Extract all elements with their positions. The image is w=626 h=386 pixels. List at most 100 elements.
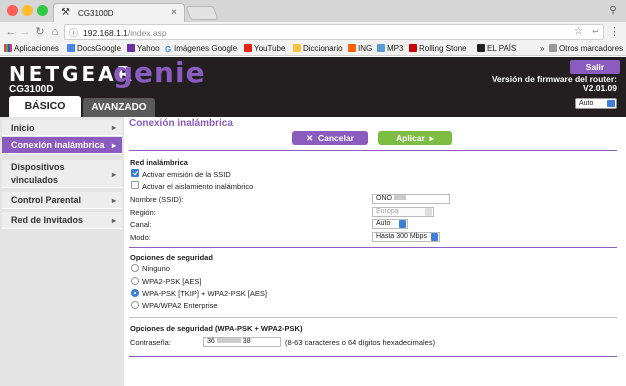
sidebar-item-wireless[interactable]: Conexión inalámbrica ▸ (2, 137, 122, 154)
sidebar-item-parental[interactable]: Control Parental ▸ (2, 192, 122, 209)
divider (129, 356, 617, 357)
security-radio-wpa2[interactable] (131, 277, 139, 285)
security-radio-none[interactable] (131, 264, 139, 272)
channel-select[interactable]: Auto (372, 219, 408, 229)
close-icon: ✕ (306, 133, 314, 143)
select-arrow-icon (431, 233, 438, 241)
url-input[interactable]: ⓘ 192.168.1.1/index.asp ☆ ↩ (64, 24, 604, 40)
mp3-icon (377, 44, 385, 52)
security-radio-enterprise[interactable] (131, 301, 139, 309)
genie-logo: genie (113, 56, 206, 89)
profile-icon[interactable]: ⚲ (606, 4, 620, 18)
bookmark-other[interactable]: Otros marcadores (549, 43, 623, 55)
reload-icon[interactable]: ↻ (33, 25, 47, 39)
security-heading: Opciones de seguridad (130, 253, 213, 262)
rolling-stone-icon (409, 44, 417, 52)
select-arrow-icon (399, 220, 406, 228)
window-close-button[interactable] (7, 5, 18, 16)
select-arrow-icon (607, 100, 615, 107)
chevron-right-icon: ▸ (111, 196, 116, 205)
ing-icon (348, 44, 356, 52)
bookmark-apps[interactable]: Aplicaciones (4, 43, 59, 55)
tab-basic[interactable]: BÁSICO (9, 96, 81, 117)
mode-label: Modo: (130, 233, 151, 242)
yahoo-icon (127, 44, 135, 52)
tab-advanced[interactable]: AVANZADO (83, 98, 155, 117)
redacted-mask (216, 338, 241, 343)
bookmark-diccionario[interactable]: Diccionario (293, 43, 343, 55)
firmware-version: V2.01.09 (582, 83, 617, 93)
chevron-right-icon: ▸ (111, 123, 116, 132)
ssid-input[interactable]: ONO (372, 194, 450, 204)
sidebar-item-inicio[interactable]: Inicio ▸ (2, 120, 122, 136)
select-arrow-icon (425, 208, 432, 216)
back-icon[interactable]: ← (4, 25, 18, 39)
apps-icon (4, 44, 12, 52)
bookmark-docsgoogle[interactable]: DocsGoogle (67, 43, 121, 55)
url-host: 192.168.1.1 (83, 28, 128, 38)
info-icon[interactable]: ⓘ (69, 26, 78, 39)
address-toolbar: ← → ↻ ⌂ ⓘ 192.168.1.1/index.asp ☆ ↩ ⋮ (0, 22, 626, 42)
bookmark-yahoo[interactable]: Yahoo (127, 43, 160, 55)
sidebar-item-label: Conexión inalámbrica (11, 140, 105, 150)
home-icon[interactable]: ⌂ (48, 25, 62, 39)
isolation-label: Activar el aislamiento inalámbrico (142, 182, 254, 191)
bookmark-rolling-stone[interactable]: Rolling Stone (409, 43, 467, 55)
security-radio-wpa-wpa2[interactable] (131, 289, 139, 297)
bookmark-ing[interactable]: ING (348, 43, 372, 55)
tab-close-icon[interactable]: × (171, 7, 177, 18)
wireless-heading: Red inalámbrica (130, 158, 188, 167)
divider (129, 317, 617, 318)
enable-ssid-label: Activar emisión de la SSID (142, 170, 231, 179)
el-pais-icon (477, 44, 485, 52)
bookmark-el-pais[interactable]: EL PAÍS (477, 43, 516, 55)
enable-ssid-checkbox[interactable] (131, 169, 139, 177)
security-option-label: WPA/WPA2 Enterprise (142, 301, 218, 310)
sidebar-item-guest[interactable]: Red de Invitados ▸ (2, 212, 122, 229)
window-minimize-button[interactable] (22, 5, 33, 16)
security-option-label: WPA-PSK [TKIP] + WPA2-PSK [AES] (142, 289, 267, 298)
divider (129, 150, 617, 151)
main-content: Conexión inalámbrica ✕ Cancelar Aplicar … (124, 117, 626, 386)
window-zoom-button[interactable] (37, 5, 48, 16)
chevron-right-icon: ▸ (111, 216, 116, 225)
dictionary-icon (293, 44, 301, 52)
apply-button[interactable]: Aplicar ▸ (378, 131, 452, 145)
chevron-right-icon: ▸ (111, 141, 116, 150)
docs-icon (67, 44, 75, 52)
folder-icon (549, 44, 557, 52)
password-input[interactable]: 36 38 (203, 337, 281, 347)
bookmark-mp3[interactable]: MP3 (377, 43, 403, 55)
url-path: /index.asp (127, 28, 167, 38)
forward-icon[interactable]: → (18, 25, 32, 39)
logout-button[interactable]: Salir (570, 60, 620, 74)
new-tab-button[interactable] (185, 6, 219, 20)
router-model: CG3100D (9, 84, 54, 95)
password-label: Contraseña: (130, 338, 171, 347)
region-label: Región: (130, 208, 156, 217)
mode-select[interactable]: Hasta 300 Mbps (372, 232, 440, 242)
channel-label: Canal: (130, 220, 152, 229)
bookmarks-bar: Aplicaciones DocsGoogle Yahoo G Imágenes … (0, 42, 626, 56)
page-title: Conexión inalámbrica (129, 118, 233, 129)
language-select[interactable]: Auto (575, 98, 617, 109)
bookmarks-overflow[interactable]: » (540, 43, 544, 55)
ssid-label: Nombre (SSID): (130, 195, 184, 204)
bookmark-google-images[interactable]: G Imágenes Google (165, 43, 237, 55)
security-option-label: Ninguno (142, 264, 170, 273)
bookmark-youtube[interactable]: YouTube (244, 43, 285, 55)
sidebar-item-label: Dispositivos vinculados (11, 162, 65, 185)
cancel-button[interactable]: ✕ Cancelar (292, 131, 368, 145)
isolation-checkbox[interactable] (131, 181, 139, 189)
youtube-icon (244, 44, 252, 52)
sidebar-item-label: Red de Invitados (11, 215, 84, 225)
bookmark-star-icon[interactable]: ☆ (574, 26, 583, 37)
browser-tab[interactable]: ⚒ CG3100D × (53, 3, 185, 22)
extension-icon[interactable]: ↩ (592, 27, 599, 36)
tools-icon: ⚒ (61, 7, 70, 18)
language-value: Auto (579, 100, 594, 107)
chevron-right-icon: ▸ (111, 170, 116, 179)
sidebar-item-devices[interactable]: Dispositivos vinculados ▸ (2, 160, 122, 188)
wpa-heading: Opciones de seguridad (WPA-PSK + WPA2-PS… (130, 324, 303, 333)
menu-icon[interactable]: ⋮ (609, 25, 620, 38)
